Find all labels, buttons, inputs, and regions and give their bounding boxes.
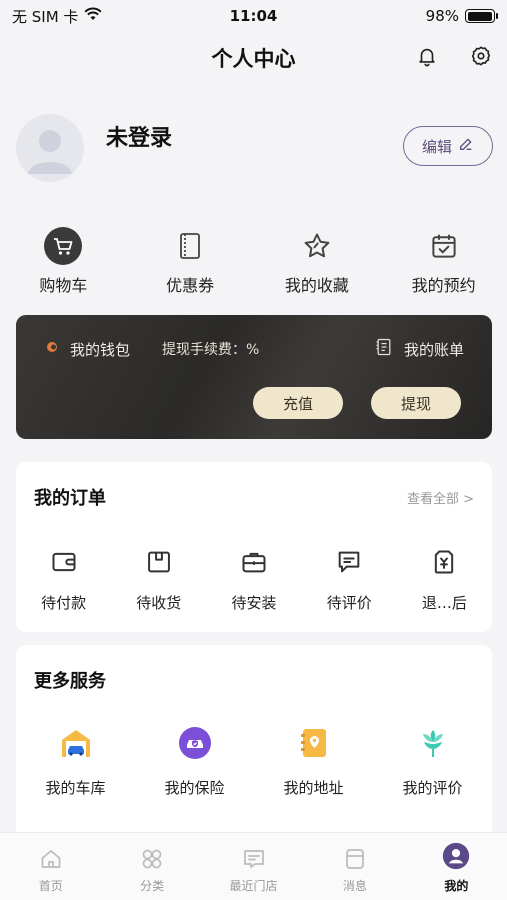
wallet-card: 我的钱包 提现手续费：% 我的账单 充值 提现	[16, 315, 492, 439]
quick-actions: 购物车 优惠券 我的收藏 我的预约	[0, 226, 507, 298]
star-icon	[297, 226, 337, 266]
calendar-check-icon	[424, 226, 464, 266]
message-icon	[341, 845, 369, 873]
edit-profile-button[interactable]: 编辑	[403, 126, 493, 166]
login-status[interactable]: 未登录	[106, 120, 172, 152]
service-label: 我的车库	[45, 779, 106, 797]
quick-item-favorites[interactable]: 我的收藏	[254, 226, 381, 298]
order-status-refund[interactable]: 退…后	[397, 546, 492, 613]
wallet-top-row: 我的钱包 提现手续费：% 我的账单	[44, 337, 464, 361]
wallet-title: 我的钱包	[70, 340, 131, 359]
address-book-icon	[296, 725, 332, 761]
service-garage[interactable]: 我的车库	[16, 725, 135, 798]
quick-item-coupon[interactable]: 优惠券	[127, 226, 254, 298]
toolbox-icon	[238, 546, 270, 578]
service-address[interactable]: 我的地址	[254, 725, 373, 798]
bell-icon[interactable]	[413, 42, 441, 70]
nav-actions	[413, 42, 495, 70]
tab-label: 首页	[38, 879, 63, 893]
wifi-icon	[84, 7, 102, 25]
quick-item-appointment[interactable]: 我的预约	[380, 226, 507, 298]
order-status-label: 退…后	[421, 594, 467, 612]
status-left: 无 SIM 卡	[12, 6, 102, 27]
profile-section: 未登录 编辑	[16, 112, 493, 188]
order-status-label: 待收货	[136, 594, 182, 612]
tab-category[interactable]: 分类	[101, 833, 202, 900]
edit-button-label: 编辑	[421, 137, 452, 156]
tab-home[interactable]: 首页	[0, 833, 101, 900]
orders-title: 我的订单	[34, 488, 106, 509]
order-status-label: 待付款	[41, 594, 87, 612]
withdraw-button[interactable]: 提现	[371, 387, 461, 419]
avatar[interactable]	[16, 114, 84, 182]
category-icon	[138, 845, 166, 873]
tab-label: 最近门店	[229, 879, 278, 893]
tab-label: 分类	[140, 879, 165, 893]
view-all-orders-link[interactable]: 查看全部 >	[407, 488, 474, 507]
order-status-to-review[interactable]: 待评价	[302, 546, 397, 613]
services-card: 更多服务 我的车库 我的保险 我的地址 我的评价	[16, 645, 492, 845]
carrier-label: 无 SIM 卡	[12, 7, 79, 26]
coupon-icon	[170, 226, 210, 266]
insurance-icon	[177, 725, 213, 761]
wallet-link[interactable]: 我的钱包	[44, 339, 130, 360]
battery-icon	[465, 9, 498, 23]
bill-link[interactable]: 我的账单	[374, 337, 464, 361]
order-status-to-receive[interactable]: 待收货	[111, 546, 206, 613]
service-reviews[interactable]: 我的评价	[373, 725, 492, 798]
service-insurance[interactable]: 我的保险	[135, 725, 254, 798]
quick-label-appointment: 我的预约	[411, 276, 476, 295]
garage-icon	[58, 725, 94, 761]
bill-label: 我的账单	[403, 340, 464, 359]
cart-icon	[43, 226, 83, 266]
services-title: 更多服务	[34, 671, 106, 692]
battery-percent: 98%	[425, 7, 459, 25]
pencil-icon	[458, 136, 474, 156]
battery-fill	[467, 11, 492, 21]
comment-icon	[333, 546, 365, 578]
tab-bar: 首页 分类 最近门店 消息 我的	[0, 832, 507, 900]
profile-icon	[442, 842, 470, 873]
status-right: 98%	[425, 7, 498, 25]
nav-bar: 个人中心	[0, 36, 507, 80]
withdraw-fee: 提现手续费：%	[162, 342, 260, 358]
orders-header: 我的订单 查看全部 >	[34, 484, 474, 510]
service-label: 我的保险	[164, 779, 225, 797]
bill-icon	[374, 337, 394, 361]
tab-label: 我的	[444, 879, 469, 893]
quick-item-cart[interactable]: 购物车	[0, 226, 127, 298]
tab-messages[interactable]: 消息	[304, 833, 405, 900]
home-icon	[37, 845, 65, 873]
services-grid: 我的车库 我的保险 我的地址 我的评价	[16, 725, 492, 798]
service-label: 我的评价	[402, 779, 463, 797]
flower-icon	[415, 725, 451, 761]
services-header: 更多服务	[34, 667, 474, 693]
page-title: 个人中心	[211, 47, 296, 71]
recharge-button[interactable]: 充值	[253, 387, 343, 419]
quick-label-cart: 购物车	[39, 276, 88, 295]
status-bar: 无 SIM 卡 11:04 98%	[0, 0, 507, 32]
refund-icon	[428, 546, 460, 578]
tab-stores[interactable]: 最近门店	[203, 833, 304, 900]
order-status-label: 待评价	[326, 594, 372, 612]
service-label: 我的地址	[283, 779, 344, 797]
store-icon	[240, 845, 268, 873]
order-status-unpaid[interactable]: 待付款	[16, 546, 111, 613]
quick-label-coupon: 优惠券	[166, 276, 215, 295]
tab-label: 消息	[342, 879, 367, 893]
tab-profile[interactable]: 我的	[406, 833, 507, 900]
gear-icon[interactable]	[467, 42, 495, 70]
order-status-grid: 待付款 待收货 待安装 待评价 退…后	[16, 546, 492, 613]
order-status-to-install[interactable]: 待安装	[206, 546, 301, 613]
wallet-icon	[48, 546, 80, 578]
quick-label-favorites: 我的收藏	[284, 276, 349, 295]
wallet-icon	[44, 339, 60, 359]
package-icon	[143, 546, 175, 578]
orders-card: 我的订单 查看全部 > 待付款 待收货 待安装 待评价 退…后	[16, 462, 492, 632]
order-status-label: 待安装	[231, 594, 277, 612]
